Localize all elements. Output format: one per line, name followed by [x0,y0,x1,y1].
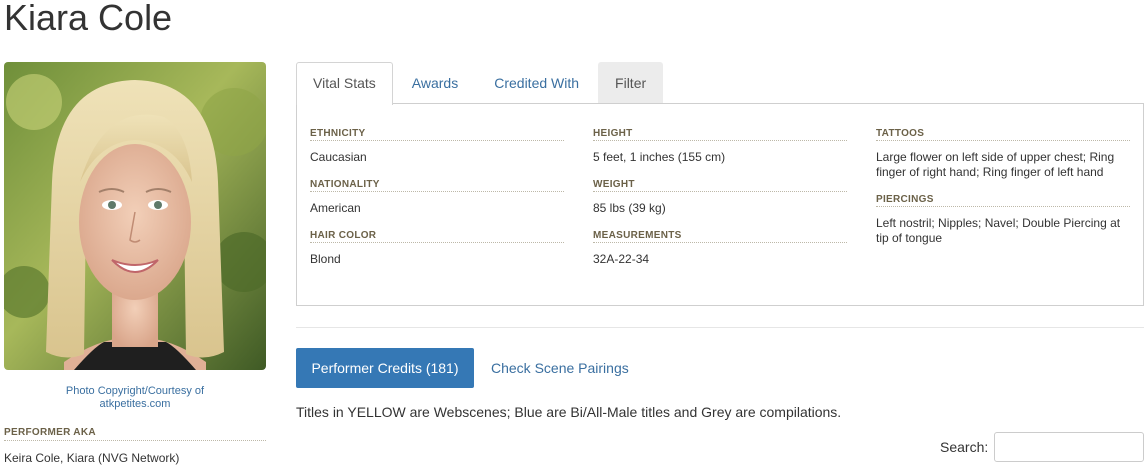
page-title: Kiara Cole [4,0,173,38]
performer-photo [4,62,266,370]
tab-credited-with[interactable]: Credited With [477,62,596,104]
search-label: Search: [940,439,989,455]
stats-column-2: HEIGHT 5 feet, 1 inches (155 cm) WEIGHT … [593,128,847,281]
tab-awards[interactable]: Awards [395,62,475,104]
check-scene-pairings-link[interactable]: Check Scene Pairings [491,358,629,378]
performer-aka-label: PERFORMER AKA [4,427,266,441]
weight-value: 85 lbs (39 kg) [593,201,666,215]
tattoos-label: TATTOOS [876,128,1130,141]
piercings-value: Left nostril; Nipples; Navel; Double Pie… [876,216,1121,245]
performer-credits-button[interactable]: Performer Credits (181) [296,348,474,388]
stats-column-1: ETHNICITY Caucasian NATIONALITY American… [310,128,564,281]
ethnicity-value: Caucasian [310,150,367,164]
photo-credit-line1[interactable]: Photo Copyright/Courtesy of [4,385,266,398]
nationality-value: American [310,201,361,215]
search-input[interactable] [994,432,1144,462]
piercings-label: PIERCINGS [876,194,1130,207]
measurements-label: MEASUREMENTS [593,230,847,243]
measurements-value: 32A-22-34 [593,252,650,266]
ethnicity-label: ETHNICITY [310,128,564,141]
photo-credit-line2[interactable]: atkpetites.com [4,398,266,411]
height-value: 5 feet, 1 inches (155 cm) [593,150,726,164]
tattoos-value: Large flower on left side of upper chest… [876,150,1115,179]
performer-page: Kiara Cole Photo Copyright/Courtesy of a… [0,0,1144,470]
tab-filter[interactable]: Filter [598,62,664,104]
performer-aka-value: Keira Cole, Kiara (NVG Network) [4,451,180,465]
weight-label: WEIGHT [593,179,847,192]
photo-credit[interactable]: Photo Copyright/Courtesy of atkpetites.c… [4,385,266,411]
info-tabs: Vital Stats Awards Credited With Filter [296,62,665,105]
height-label: HEIGHT [593,128,847,141]
section-divider [296,327,1144,328]
vital-stats-panel: ETHNICITY Caucasian NATIONALITY American… [296,103,1144,306]
tab-vital-stats[interactable]: Vital Stats [296,62,393,105]
stats-column-3: TATTOOS Large flower on left side of upp… [876,128,1130,260]
titles-color-legend: Titles in YELLOW are Webscenes; Blue are… [296,404,842,420]
hair-color-label: HAIR COLOR [310,230,564,243]
hair-color-value: Blond [310,252,341,266]
nationality-label: NATIONALITY [310,179,564,192]
